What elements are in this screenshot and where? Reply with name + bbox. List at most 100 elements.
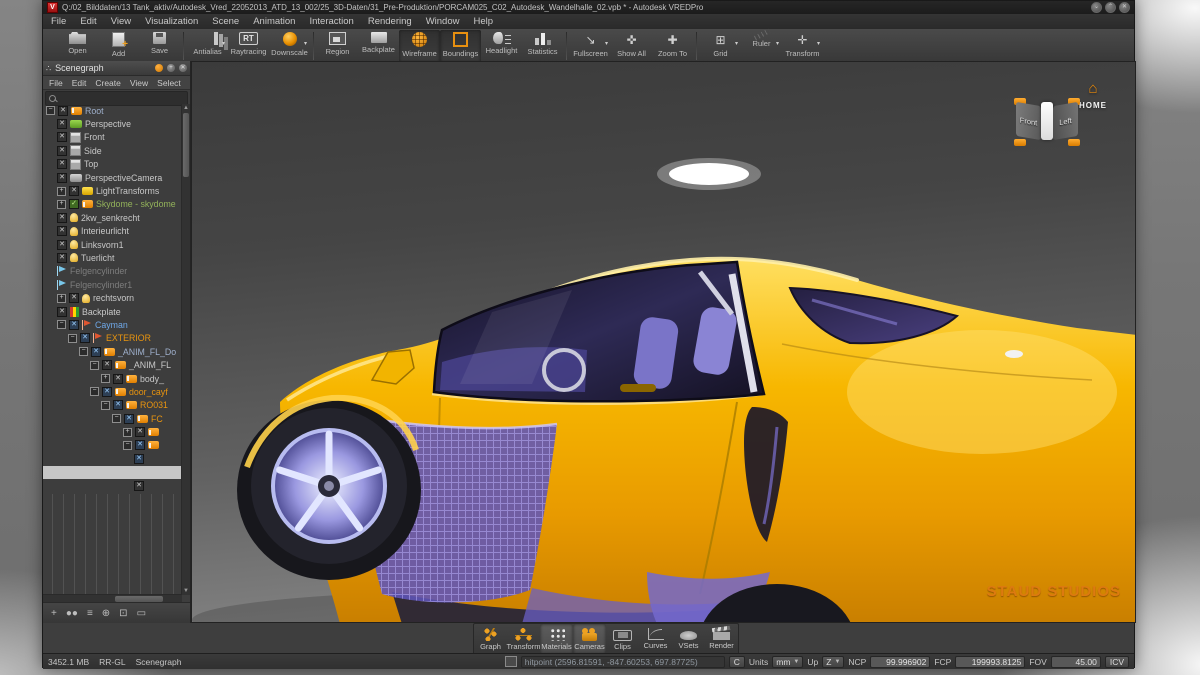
- expander-minus-icon[interactable]: −: [90, 387, 99, 396]
- scenegraph-menu-create[interactable]: Create: [95, 78, 121, 88]
- scenegraph-menu-edit[interactable]: Edit: [72, 78, 87, 88]
- tree-item-node[interactable]: [43, 452, 182, 465]
- visibility-checkbox[interactable]: [57, 146, 67, 156]
- menu-visualization[interactable]: Visualization: [145, 16, 198, 27]
- scroll-down-icon[interactable]: ▼: [182, 587, 190, 595]
- tree-item-skydome-skydome[interactable]: +Skydome - skydome: [43, 198, 182, 211]
- tree-item-exterior[interactable]: −EXTERIOR: [43, 332, 182, 345]
- tree-item--anim-fl-do[interactable]: −_ANIM_FL_Do: [43, 345, 182, 358]
- view-cube[interactable]: Front Left: [1014, 96, 1080, 148]
- tree-item-ro031[interactable]: −RO031: [43, 399, 182, 412]
- visibility-checkbox[interactable]: [113, 374, 123, 384]
- tree-item-door-cayf[interactable]: −door_cayf: [43, 385, 182, 398]
- tree-item-felgencylinder1[interactable]: Felgencylinder1: [43, 278, 182, 291]
- dropdown-arrow-icon[interactable]: ▾: [605, 40, 608, 47]
- close-button[interactable]: ✕: [1119, 2, 1130, 13]
- scrollbar-thumb[interactable]: [183, 113, 189, 177]
- dropdown-arrow-icon[interactable]: ▾: [304, 40, 307, 47]
- scenegraph-menu-view[interactable]: View: [130, 78, 148, 88]
- expander-plus-icon[interactable]: +: [123, 428, 132, 437]
- tree-item-2kw-senkrecht[interactable]: 2kw_senkrecht: [43, 211, 182, 224]
- module-materials[interactable]: Materials: [540, 624, 573, 654]
- module-render[interactable]: Render: [705, 624, 738, 654]
- scenegraph-menu-select[interactable]: Select: [157, 78, 181, 88]
- move-node-icon[interactable]: ⊕: [102, 608, 110, 619]
- tree-item-body-[interactable]: +body_: [43, 372, 182, 385]
- tree-item-perspectivecamera[interactable]: PerspectiveCamera: [43, 171, 182, 184]
- visibility-checkbox[interactable]: [57, 132, 67, 142]
- cube-face-left[interactable]: Left: [1053, 102, 1078, 140]
- toolbar-add[interactable]: Add: [98, 30, 139, 62]
- module-graph[interactable]: Graph: [474, 624, 507, 654]
- panel-pin-button[interactable]: [155, 64, 163, 72]
- ncp-field[interactable]: 99.996902: [870, 656, 930, 668]
- tree-item-fc[interactable]: −FC: [43, 412, 182, 425]
- visibility-checkbox[interactable]: [102, 360, 112, 370]
- toolbar-zoom-to[interactable]: ✚Zoom To: [652, 30, 693, 62]
- menu-scene[interactable]: Scene: [212, 16, 239, 27]
- fov-field[interactable]: 45.00: [1051, 656, 1101, 668]
- visibility-checkbox[interactable]: [134, 454, 144, 464]
- delete-node-icon[interactable]: ▭: [137, 608, 146, 619]
- dropdown-arrow-icon[interactable]: ▾: [817, 40, 820, 47]
- expander-plus-icon[interactable]: +: [57, 294, 66, 303]
- tree-item-node[interactable]: −: [43, 439, 182, 452]
- expander-minus-icon[interactable]: −: [90, 361, 99, 370]
- tree-item-tuerlicht[interactable]: Tuerlicht: [43, 251, 182, 264]
- panel-undock-button[interactable]: +: [167, 64, 175, 72]
- menu-window[interactable]: Window: [426, 16, 460, 27]
- visibility-checkbox[interactable]: [57, 253, 67, 263]
- tree-item-cayman[interactable]: −Cayman: [43, 318, 182, 331]
- tree-item-top[interactable]: Top: [43, 158, 182, 171]
- toolbar-headlight[interactable]: Headlight: [481, 30, 522, 62]
- menu-interaction[interactable]: Interaction: [309, 16, 353, 27]
- expander-minus-icon[interactable]: −: [112, 414, 121, 423]
- visibility-checkbox[interactable]: [134, 481, 144, 491]
- expander-minus-icon[interactable]: −: [57, 320, 66, 329]
- visibility-checkbox[interactable]: [80, 333, 90, 343]
- toolbar-transform[interactable]: ✛▾Transform: [782, 30, 823, 62]
- visibility-checkbox[interactable]: [102, 387, 112, 397]
- visibility-checkbox[interactable]: [113, 400, 123, 410]
- module-transform[interactable]: Transform: [507, 624, 540, 654]
- select-box-icon[interactable]: ⊡: [119, 608, 127, 619]
- visibility-checkbox[interactable]: [91, 347, 101, 357]
- visibility-checkbox[interactable]: [57, 213, 67, 223]
- toolbar-show-all[interactable]: ✜Show All: [611, 30, 652, 62]
- visibility-checkbox[interactable]: [135, 427, 145, 437]
- menu-rendering[interactable]: Rendering: [368, 16, 412, 27]
- tree-item-node[interactable]: +: [43, 425, 182, 438]
- scenegraph-header[interactable]: ∴ Scenegraph + ✕: [43, 61, 190, 76]
- toolbar-fullscreen[interactable]: ↘▾Fullscreen: [570, 30, 611, 62]
- snap-icon[interactable]: [505, 656, 517, 667]
- home-control[interactable]: ⌂ HOME: [1079, 82, 1107, 113]
- clear-button[interactable]: C: [729, 656, 745, 668]
- link-nodes-icon[interactable]: ●●: [66, 608, 78, 619]
- minimize-button[interactable]: ⌄: [1091, 2, 1102, 13]
- tree-item-lighttransforms[interactable]: +LightTransforms: [43, 184, 182, 197]
- tree-item-backplate[interactable]: Backplate: [43, 305, 182, 318]
- menu-view[interactable]: View: [111, 16, 131, 27]
- expander-minus-icon[interactable]: −: [79, 347, 88, 356]
- units-select[interactable]: mm▼: [772, 656, 803, 668]
- tree-item-node[interactable]: [43, 479, 182, 492]
- toolbar-downscale[interactable]: ▾Downscale: [269, 30, 310, 62]
- visibility-checkbox[interactable]: [57, 240, 67, 250]
- visibility-checkbox[interactable]: [58, 106, 68, 116]
- visibility-checkbox[interactable]: [124, 414, 134, 424]
- toolbar-grid[interactable]: ⊞▾Grid: [700, 30, 741, 62]
- dropdown-arrow-icon[interactable]: ▾: [776, 40, 779, 47]
- toolbar-region[interactable]: Region: [317, 30, 358, 62]
- toolbar-raytracing[interactable]: RTRaytracing: [228, 30, 269, 62]
- menu-animation[interactable]: Animation: [253, 16, 295, 27]
- add-node-icon[interactable]: +: [51, 608, 57, 619]
- hitpoint-field[interactable]: hitpoint (2596.81591, -847.60253, 697.87…: [521, 656, 725, 668]
- visibility-checkbox[interactable]: [57, 119, 67, 129]
- expander-minus-icon[interactable]: −: [68, 334, 77, 343]
- toolbar-boundings[interactable]: Boundings: [440, 30, 481, 62]
- tree-item-root[interactable]: −Root: [43, 104, 182, 117]
- tree-item--anim-fl[interactable]: −_ANIM_FL: [43, 358, 182, 371]
- menu-help[interactable]: Help: [473, 16, 493, 27]
- expander-minus-icon[interactable]: −: [123, 441, 132, 450]
- up-axis-select[interactable]: Z▼: [822, 656, 844, 668]
